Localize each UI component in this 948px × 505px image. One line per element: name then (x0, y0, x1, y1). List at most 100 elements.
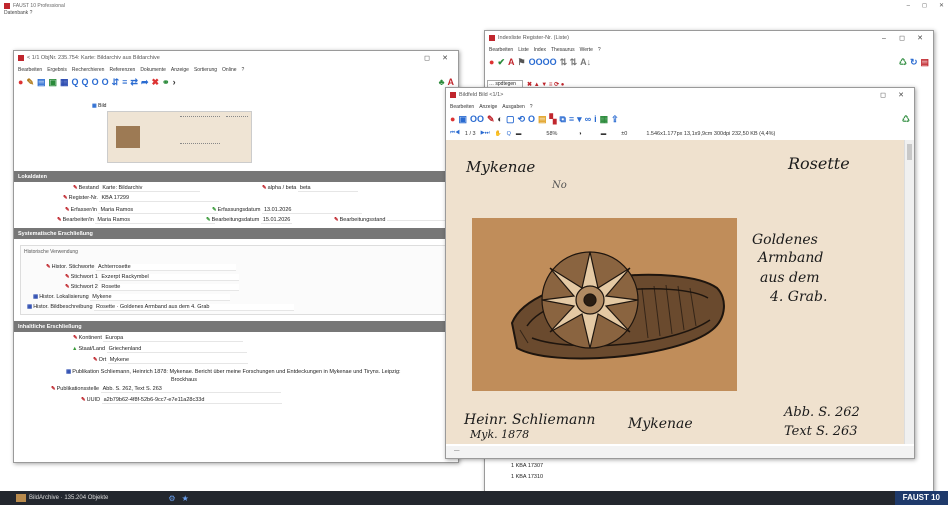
sort-icon[interactable]: ⇵ (112, 76, 120, 88)
menu-ausgaben[interactable]: Ausgaben (502, 104, 525, 110)
viewer-scrollbar[interactable] (904, 140, 914, 444)
field-kontinent[interactable]: ✎Kontinent Europa (73, 335, 244, 342)
menu-anzeige[interactable]: Anzeige (171, 67, 189, 73)
save-icon[interactable]: ▣ (458, 113, 467, 125)
layers-icon[interactable]: ≡ (569, 113, 574, 125)
search-icon[interactable]: Q (72, 76, 79, 88)
menu-dokumente[interactable]: Dokumente (140, 67, 166, 73)
pen-icon[interactable]: ✎ (487, 113, 495, 125)
rotate-icon[interactable]: ⟲ (517, 113, 525, 125)
delete-icon[interactable]: ✖ (152, 76, 160, 88)
minimize-icon[interactable]: – (875, 35, 893, 42)
field-stichwort-2[interactable]: ✎Stichwort 2 Rosette (65, 284, 240, 291)
next-page-icon[interactable]: ▶⏭ (481, 130, 490, 137)
search-plus-icon[interactable]: Q (82, 76, 89, 88)
field-publikationsstelle[interactable]: ✎Publikationsstelle Abb. S. 262, Text S.… (51, 386, 281, 393)
field-stichworte[interactable]: ✎Histor. Stichworte Achterrosette (46, 264, 236, 271)
edit-icon[interactable]: ✎ (26, 76, 34, 88)
gallery-icon[interactable]: ▦ (600, 113, 609, 125)
options-icon[interactable]: ♺ (899, 56, 907, 68)
refresh-icon[interactable]: ↻ (910, 56, 918, 68)
menu-liste[interactable]: Liste (518, 47, 529, 53)
sort-icon[interactable]: ⇅ ⇅ (560, 56, 578, 68)
menu-index[interactable]: Index (534, 47, 546, 53)
field-erfasser[interactable]: ✎Erfasser/in Maria Ramos (65, 207, 219, 214)
info-icon[interactable]: i (594, 113, 597, 125)
maximize-icon[interactable]: ◻ (922, 2, 927, 9)
compare-icon[interactable]: ⇄ (130, 76, 138, 88)
minimize-icon[interactable]: – (907, 3, 910, 9)
menu-recherchieren[interactable]: Recherchieren (72, 67, 105, 73)
export-icon[interactable]: ▤ (538, 113, 547, 125)
brightness-icon[interactable]: ◑ (578, 131, 581, 137)
layout-icon[interactable]: ▤ (37, 76, 46, 88)
field-erfassungsdatum[interactable]: ✎Erfassungsdatum 13.01.2026 (212, 207, 362, 214)
close-icon[interactable]: ✕ (436, 54, 454, 62)
circle-icon[interactable]: O (92, 76, 99, 88)
menu-sortierung[interactable]: Sortierung (194, 67, 217, 73)
gear-icon[interactable]: ⚙ (168, 494, 175, 503)
crop-icon[interactable]: ▢ (506, 113, 515, 125)
text-icon[interactable]: A (508, 56, 515, 68)
flag-icon[interactable]: ▚ (550, 113, 557, 125)
menu-help[interactable]: ? (530, 104, 533, 110)
search-icon[interactable]: Q (507, 131, 511, 137)
app-menu[interactable]: Datenbank ? (4, 10, 32, 16)
menu-ergebnis[interactable]: Ergebnis (47, 67, 67, 73)
link-icon[interactable]: ⚭ (162, 76, 170, 88)
menu-anzeige[interactable]: Anzeige (479, 104, 497, 110)
menu-werte[interactable]: Werte (580, 47, 593, 53)
thumbnail-image[interactable] (107, 111, 252, 163)
stop-icon[interactable]: ● (489, 56, 494, 68)
stop-icon[interactable]: ● (18, 76, 23, 88)
archive-icon[interactable] (16, 494, 26, 502)
export-icon[interactable]: ➦ (141, 76, 149, 88)
report-icon[interactable]: ▤ (920, 56, 929, 68)
close-icon[interactable]: ✕ (939, 2, 944, 9)
infinity-icon[interactable]: ∞ (585, 113, 591, 125)
upload-icon[interactable]: ⇪ (611, 113, 619, 125)
restore-icon[interactable]: ◻ (893, 34, 911, 42)
hand-icon[interactable]: ✋ (495, 131, 502, 137)
tree-icon[interactable]: ♣ (439, 76, 445, 88)
list-item[interactable]: 1 KBA 17310 (511, 474, 543, 480)
field-publikation[interactable]: ▦Publikation Schliemann, Heinrich 1878: … (66, 369, 401, 375)
check-icon[interactable]: ✔ (497, 56, 505, 68)
brightness-slider[interactable]: ▬ (601, 131, 607, 137)
field-registernr[interactable]: ✎Register-Nr. KBA 17299 (63, 195, 220, 202)
list-item[interactable]: 1 KBA 17307 (511, 463, 543, 469)
print-icon[interactable]: O (528, 113, 535, 125)
filter-icon[interactable]: ⚑ (517, 56, 525, 68)
field-bestand[interactable]: ✎Bestand Karte: Bildarchiv (73, 185, 201, 192)
field-alpha[interactable]: ✎alpha / beta beta (262, 185, 358, 192)
image-icon[interactable]: ▣ (49, 76, 58, 88)
copy-icon[interactable]: ⧉ (559, 113, 565, 125)
scrollbar-thumb[interactable] (907, 144, 912, 160)
menu-bearbeiten[interactable]: Bearbeiten (18, 67, 42, 73)
field-uuid[interactable]: ✎UUID a2b79b62-4f8f-52b6-9cc7-e7e11a28c3… (81, 397, 282, 404)
field-bearbeitungsstand[interactable]: ✎Bearbeitungsstand (334, 217, 448, 223)
close-icon[interactable]: ✕ (892, 91, 910, 99)
first-page-icon[interactable]: ⏮◀ (450, 130, 460, 137)
sort-alpha-icon[interactable]: A↓ (580, 56, 591, 68)
next-icon[interactable]: › (173, 76, 176, 88)
zoom-out-icon[interactable]: ▬ (516, 131, 522, 137)
image-canvas[interactable]: Mykenae No Rosette Goldenes Armband aus … (446, 140, 904, 444)
restore-icon[interactable]: ◻ (418, 54, 436, 62)
menu-help[interactable]: ? (598, 47, 601, 53)
menu-referenzen[interactable]: Referenzen (109, 67, 135, 73)
stop-icon[interactable]: ● (450, 113, 455, 125)
menu-bearbeiten[interactable]: Bearbeiten (489, 47, 513, 53)
field-ort[interactable]: ✎Ort Mykene (93, 357, 248, 364)
close-icon[interactable]: ✕ (911, 34, 929, 42)
restore-icon[interactable]: ◻ (874, 91, 892, 99)
menu-help[interactable]: ? (242, 67, 245, 73)
contrast-icon[interactable]: ◐ (498, 113, 503, 125)
field-bearbeiter[interactable]: ✎Bearbeiter/in Maria Ramos (57, 217, 216, 224)
menu-online[interactable]: Online (222, 67, 236, 73)
zoom-icon[interactable]: ▾ (577, 113, 582, 125)
options-icon[interactable]: ♺ (902, 113, 910, 125)
filter-icon[interactable]: ≡ (122, 76, 127, 88)
field-stichwort-1[interactable]: ✎Stichwort 1 Exzerpt Rackymbel (65, 274, 240, 281)
star-icon[interactable]: ★ (182, 494, 189, 503)
